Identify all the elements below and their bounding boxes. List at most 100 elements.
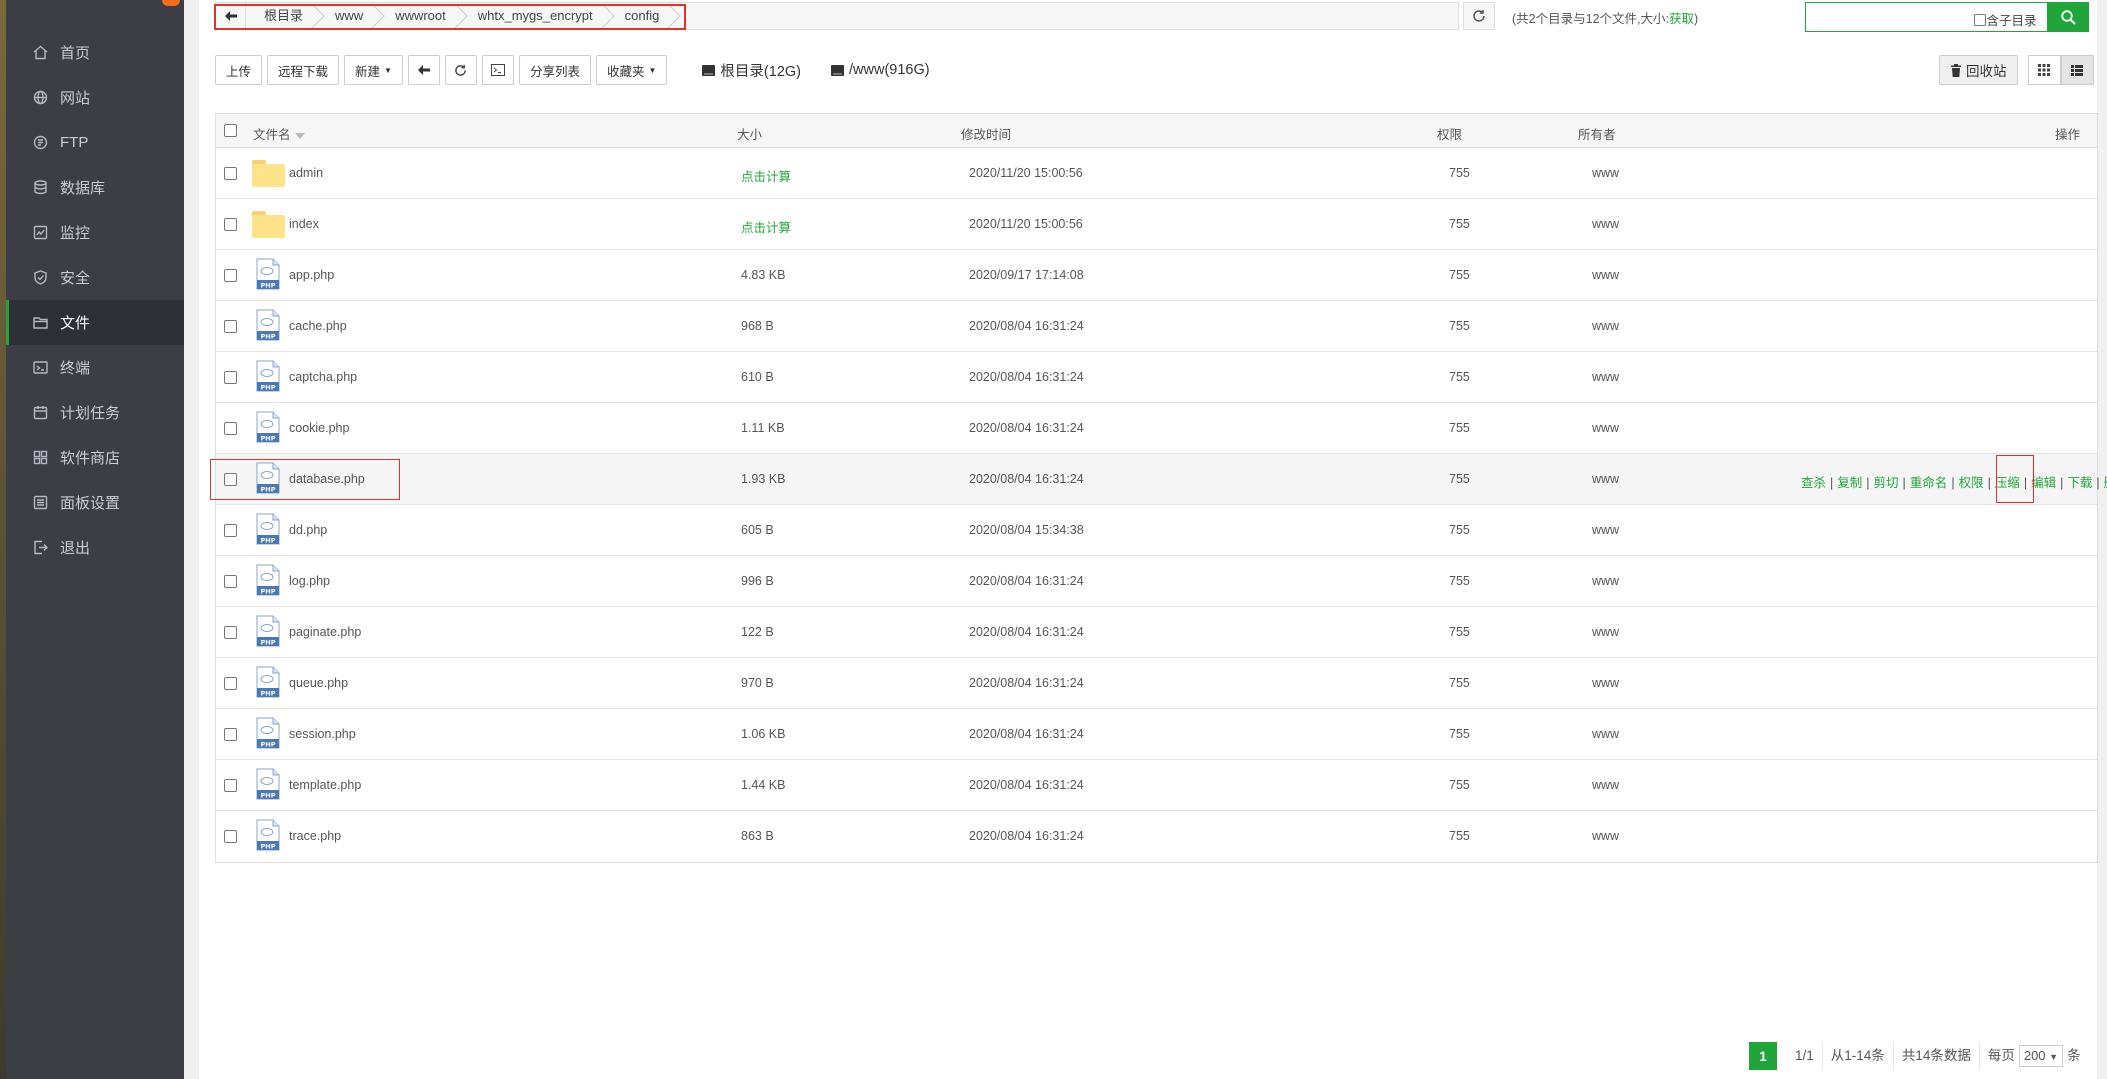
- include-subdir-checkbox[interactable]: 包含子目录: [1974, 10, 2037, 29]
- notification-badge[interactable]: [162, 0, 180, 6]
- file-name[interactable]: database.php: [289, 472, 365, 486]
- table-row[interactable]: PHP dd.php 605 B 2020/08/04 15:34:38 755 www: [216, 505, 2097, 556]
- calc-size-link[interactable]: 点击计算: [741, 217, 791, 236]
- sidebar-item-globe[interactable]: 网站: [6, 75, 184, 120]
- file-owner[interactable]: www: [1592, 319, 1619, 333]
- favorites-dropdown-button[interactable]: 收藏夹 ▼: [595, 55, 668, 85]
- disk-www[interactable]: /www(916G): [831, 62, 930, 78]
- col-mtime-header[interactable]: 修改时间: [961, 124, 1011, 143]
- summary-get-size-link[interactable]: 获取: [1669, 12, 1694, 26]
- col-owner-header[interactable]: 所有者: [1578, 124, 1616, 143]
- file-perm[interactable]: 755: [1449, 421, 1470, 435]
- php-file-icon[interactable]: PHP: [256, 462, 280, 494]
- file-name[interactable]: app.php: [289, 268, 334, 282]
- row-checkbox[interactable]: [224, 269, 237, 282]
- folder-icon[interactable]: [252, 160, 285, 187]
- calc-size-link[interactable]: 点击计算: [741, 166, 791, 185]
- row-checkbox[interactable]: [224, 830, 237, 843]
- action-rename[interactable]: 重命名: [1910, 476, 1948, 490]
- action-download[interactable]: 下载: [2067, 476, 2092, 490]
- row-checkbox[interactable]: [224, 728, 237, 741]
- php-file-icon[interactable]: PHP: [256, 411, 280, 443]
- breadcrumb-item[interactable]: www: [317, 3, 377, 29]
- file-perm[interactable]: 755: [1449, 778, 1470, 792]
- breadcrumb-item[interactable]: wwwroot: [377, 3, 460, 29]
- file-perm[interactable]: 755: [1449, 625, 1470, 639]
- table-row[interactable]: PHP paginate.php 122 B 2020/08/04 16:31:24 7…: [216, 607, 2097, 658]
- sidebar-item-terminal[interactable]: 终端: [6, 345, 184, 390]
- file-owner[interactable]: www: [1592, 523, 1619, 537]
- upload-button[interactable]: 上传: [215, 55, 263, 85]
- file-perm[interactable]: 755: [1449, 523, 1470, 537]
- share-list-button[interactable]: 分享列表: [518, 55, 591, 85]
- recycle-bin-button[interactable]: 回收站: [1939, 55, 2018, 85]
- php-file-icon[interactable]: PHP: [256, 360, 280, 392]
- page-current[interactable]: 1: [1749, 1042, 1777, 1070]
- file-owner[interactable]: www: [1592, 574, 1619, 588]
- table-row[interactable]: PHP app.php 4.83 KB 2020/09/17 17:14:08 755 w…: [216, 250, 2097, 301]
- per-page-select[interactable]: 200 ▼: [2018, 1045, 2064, 1067]
- row-checkbox[interactable]: [224, 575, 237, 588]
- col-name-header[interactable]: 文件名: [253, 124, 305, 143]
- table-row[interactable]: index 点击计算 2020/11/20 15:00:56 755 www: [216, 199, 2097, 250]
- file-name[interactable]: trace.php: [289, 829, 341, 843]
- action-permission[interactable]: 权限: [1959, 476, 1984, 490]
- file-name[interactable]: paginate.php: [289, 625, 361, 639]
- sidebar-item-home[interactable]: 首页: [6, 30, 184, 75]
- action-copy[interactable]: 复制: [1837, 476, 1862, 490]
- action-delete[interactable]: 删除: [2104, 476, 2107, 490]
- sidebar-item-database[interactable]: 数据库: [6, 165, 184, 210]
- file-perm[interactable]: 755: [1449, 829, 1470, 843]
- file-owner[interactable]: www: [1592, 778, 1619, 792]
- path-back-button[interactable]: [216, 3, 246, 29]
- table-row[interactable]: PHP database.php 1.93 KB 2020/08/04 16:31:2…: [210, 454, 2107, 505]
- table-row[interactable]: PHP session.php 1.06 KB 2020/08/04 16:31:24…: [216, 709, 2097, 760]
- breadcrumb-item[interactable]: whtx_mygs_encrypt: [460, 3, 607, 29]
- sidebar-item-ftp[interactable]: FTP: [6, 120, 184, 165]
- table-row[interactable]: PHP trace.php 863 B 2020/08/04 16:31:24 755 w…: [216, 811, 2097, 862]
- file-name[interactable]: index: [289, 217, 319, 231]
- row-checkbox[interactable]: [224, 677, 237, 690]
- file-name[interactable]: captcha.php: [289, 370, 357, 384]
- file-name[interactable]: template.php: [289, 778, 361, 792]
- file-owner[interactable]: www: [1592, 625, 1619, 639]
- php-file-icon[interactable]: PHP: [256, 309, 280, 341]
- table-row[interactable]: PHP template.php 1.44 KB 2020/08/04 16:31:2…: [216, 760, 2097, 811]
- file-perm[interactable]: 755: [1449, 268, 1470, 282]
- back-button[interactable]: [407, 55, 440, 85]
- folder-icon[interactable]: [252, 211, 285, 238]
- file-name[interactable]: log.php: [289, 574, 330, 588]
- sidebar-item-calendar[interactable]: 计划任务: [6, 390, 184, 435]
- sidebar-item-logout[interactable]: 退出: [6, 525, 184, 570]
- row-checkbox[interactable]: [224, 422, 237, 435]
- table-row[interactable]: PHP cache.php 968 B 2020/08/04 16:31:24 755 w…: [216, 301, 2097, 352]
- breadcrumb-item[interactable]: 根目录: [246, 3, 317, 29]
- file-owner[interactable]: www: [1592, 472, 1619, 486]
- new-dropdown-button[interactable]: 新建 ▼: [344, 55, 403, 85]
- action-scan[interactable]: 查杀: [1801, 476, 1826, 490]
- file-owner[interactable]: www: [1592, 829, 1619, 843]
- remote-download-button[interactable]: 远程下载: [267, 55, 340, 85]
- php-file-icon[interactable]: PHP: [256, 564, 280, 596]
- row-checkbox[interactable]: [224, 218, 237, 231]
- table-row[interactable]: PHP captcha.php 610 B 2020/08/04 16:31:24 75…: [216, 352, 2097, 403]
- terminal-button[interactable]: [481, 55, 514, 85]
- php-file-icon[interactable]: PHP: [256, 717, 280, 749]
- file-owner[interactable]: www: [1592, 166, 1619, 180]
- sidebar-item-folder[interactable]: 文件: [6, 300, 184, 345]
- table-row[interactable]: PHP queue.php 970 B 2020/08/04 16:31:24 755 w…: [216, 658, 2097, 709]
- action-compress[interactable]: 压缩: [1995, 476, 2020, 490]
- file-perm[interactable]: 755: [1449, 319, 1470, 333]
- file-owner[interactable]: www: [1592, 268, 1619, 282]
- file-perm[interactable]: 755: [1449, 574, 1470, 588]
- file-perm[interactable]: 755: [1449, 370, 1470, 384]
- php-file-icon[interactable]: PHP: [256, 513, 280, 545]
- refresh-button[interactable]: [444, 55, 477, 85]
- action-cut[interactable]: 剪切: [1874, 476, 1899, 490]
- sidebar-item-settings[interactable]: 面板设置: [6, 480, 184, 525]
- file-name[interactable]: cookie.php: [289, 421, 349, 435]
- sidebar-item-shield[interactable]: 安全: [6, 255, 184, 300]
- file-perm[interactable]: 755: [1449, 676, 1470, 690]
- file-perm[interactable]: 755: [1449, 727, 1470, 741]
- col-perm-header[interactable]: 权限: [1437, 124, 1462, 143]
